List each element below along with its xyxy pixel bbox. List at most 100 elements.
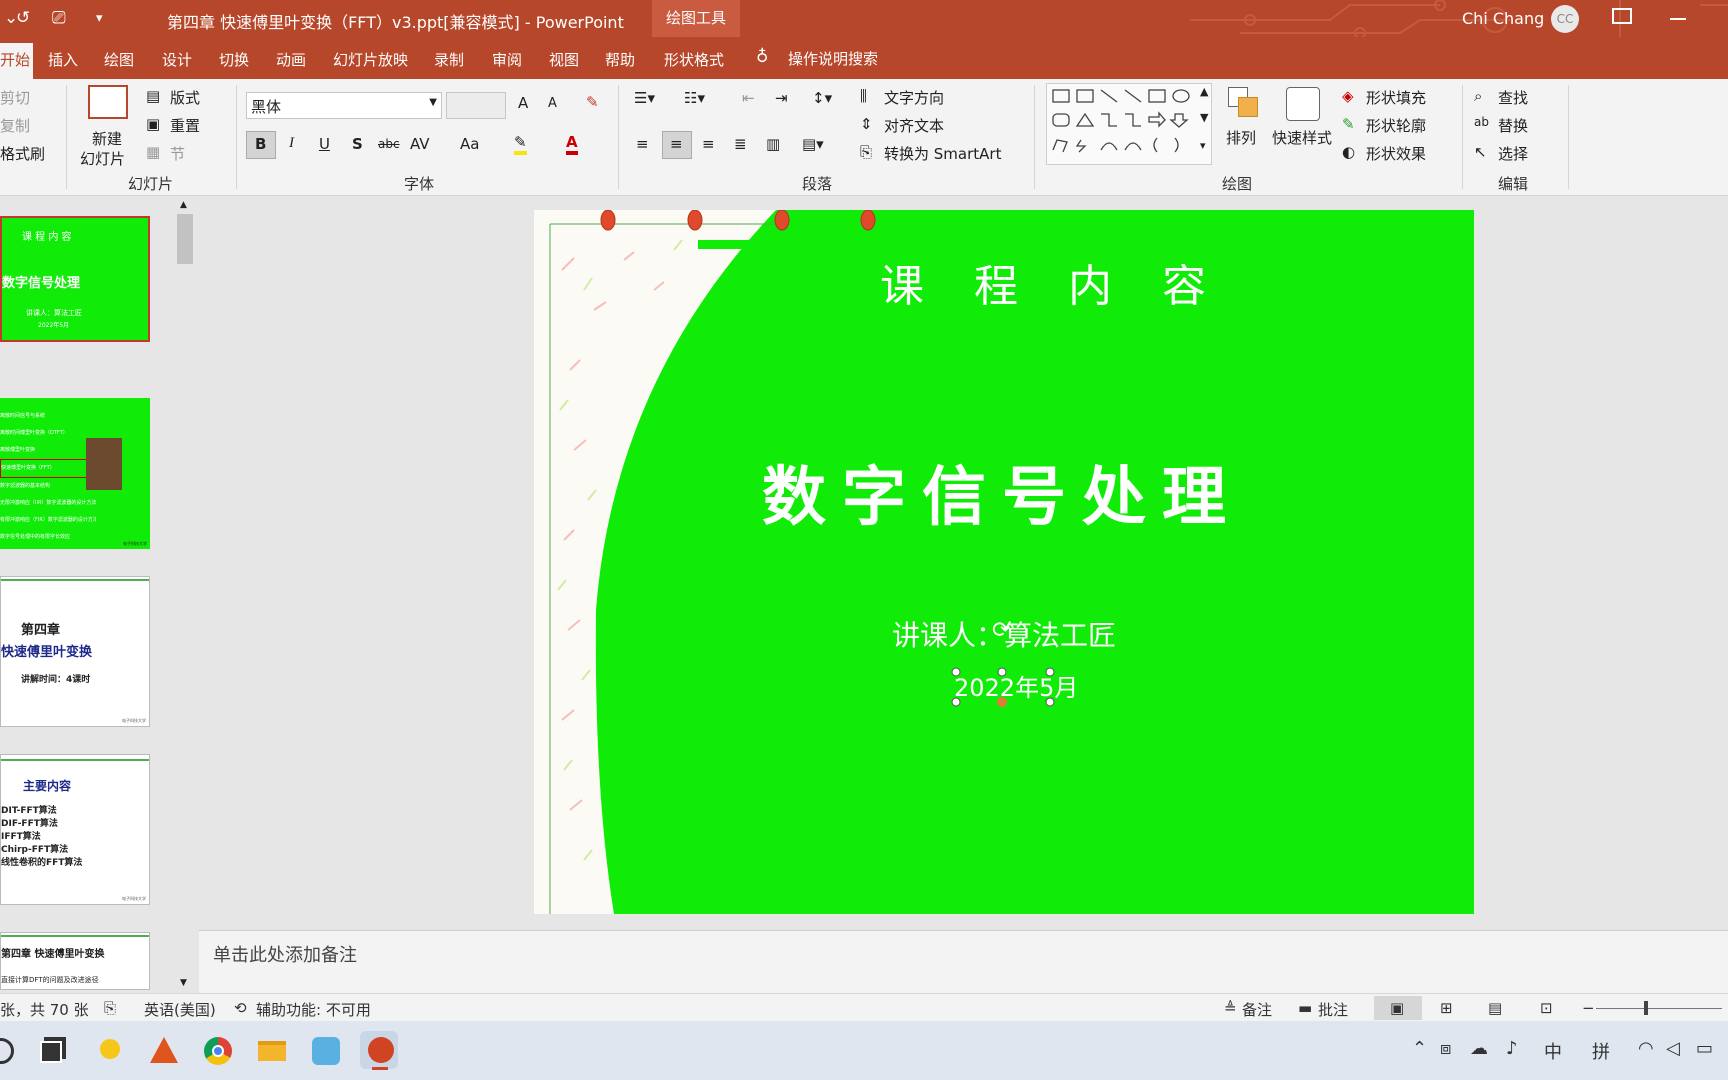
zoom-out-button[interactable]: − <box>1582 999 1595 1017</box>
align-left-icon[interactable]: ≡ <box>636 135 649 153</box>
decrease-indent-icon[interactable]: ⇤ <box>742 89 755 107</box>
tab-record[interactable]: 录制 <box>434 49 464 70</box>
tab-draw[interactable]: 绘图 <box>104 49 134 70</box>
onedrive-icon[interactable]: ☁ <box>1470 1038 1488 1059</box>
slide-thumbnail-3[interactable]: 第四章 快速傅里叶变换 讲解时间：4课时 电子科技大学 <box>0 576 150 727</box>
slide-thumbnail-5[interactable]: 第四章 快速傅里叶变换 直接计算DFT的问题及改进途径 <box>0 932 150 990</box>
font-color-button[interactable]: A <box>566 133 578 155</box>
zoom-slider[interactable] <box>1596 1008 1722 1009</box>
normal-view-icon[interactable]: ▣ <box>1390 999 1404 1017</box>
live-app-icon[interactable] <box>306 1031 344 1069</box>
shape-outline-button[interactable]: 形状轮廓 <box>1366 115 1426 136</box>
tab-insert[interactable]: 插入 <box>48 49 78 70</box>
zoom-slider-thumb[interactable] <box>1644 1001 1648 1015</box>
justify-icon[interactable]: ≣ <box>734 135 747 153</box>
strikethrough-button[interactable]: abc <box>378 137 400 151</box>
comments-button[interactable]: 批注 <box>1318 999 1348 1020</box>
account-name[interactable]: Chi Chang <box>1462 9 1544 28</box>
select-button[interactable]: 选择 <box>1498 143 1528 164</box>
ribbon-display-options-icon[interactable] <box>1612 8 1632 24</box>
convert-smartart-button[interactable]: 转换为 SmartArt <box>884 143 1001 164</box>
section-button[interactable]: 节 <box>170 143 185 164</box>
slide-thumbnail-1[interactable]: 课 程 内 容 数字信号处理 讲课人：算法工匠 2022年5月 <box>0 216 150 342</box>
task-view-icon[interactable] <box>40 1041 62 1063</box>
ime-mode[interactable]: 拼 <box>1592 1038 1610 1064</box>
chrome-icon[interactable] <box>198 1031 236 1069</box>
slide-thumbnail-4[interactable]: 主要内容 DIT-FFT算法 DIF-FFT算法 IFFT算法 Chirp-FF… <box>0 754 150 905</box>
char-spacing-button[interactable]: AV <box>410 135 430 153</box>
gallery-scroll-down-icon[interactable]: ▼ <box>1200 111 1208 124</box>
shape-fill-button[interactable]: 形状填充 <box>1366 87 1426 108</box>
slide-top-title[interactable]: 课 程 内 容 <box>880 250 1224 314</box>
bold-button[interactable]: B <box>255 135 266 153</box>
columns-icon[interactable]: ▤▾ <box>802 135 824 153</box>
copy-button[interactable]: 复制 <box>0 115 30 136</box>
undo-icon[interactable]: ↺ <box>16 8 30 28</box>
tab-shape-format[interactable]: 形状格式 <box>664 49 724 70</box>
microphone-icon[interactable]: ♪ <box>1506 1038 1518 1059</box>
new-slide-icon[interactable] <box>88 85 128 119</box>
layout-button[interactable]: 版式 <box>170 87 200 108</box>
minimize-icon[interactable] <box>1670 18 1686 20</box>
avatar[interactable]: CC <box>1551 5 1579 33</box>
slide-main-title[interactable]: 数字信号处理 <box>762 446 1242 538</box>
customize-qat-icon[interactable]: ▾ <box>96 11 103 26</box>
scroll-up-icon[interactable]: ▲ <box>180 200 187 210</box>
distributed-icon[interactable]: ▥ <box>766 135 780 153</box>
tab-view[interactable]: 视图 <box>549 49 579 70</box>
scroll-thumb[interactable] <box>177 214 193 264</box>
numbering-icon[interactable]: ☷▾ <box>684 89 705 107</box>
underline-button[interactable]: U <box>319 135 330 153</box>
arrange-button[interactable]: 排列 <box>1226 127 1256 148</box>
slideshow-icon[interactable]: ⊡ <box>1540 999 1553 1017</box>
quick-styles-button[interactable]: 快速样式 <box>1272 127 1332 148</box>
spellcheck-icon[interactable]: ⎘ <box>104 999 116 1017</box>
gallery-scroll-up-icon[interactable]: ▲ <box>1200 85 1208 98</box>
battery-icon[interactable]: ▭ <box>1696 1038 1713 1059</box>
shape-effects-button[interactable]: 形状效果 <box>1366 143 1426 164</box>
tab-transitions[interactable]: 切换 <box>219 49 249 70</box>
language-indicator[interactable]: 英语(美国) <box>144 999 216 1020</box>
selection-handles[interactable] <box>950 666 1060 710</box>
tab-help[interactable]: 帮助 <box>605 49 635 70</box>
reading-view-icon[interactable]: ▤ <box>1488 999 1502 1017</box>
cut-button[interactable]: 剪切 <box>0 87 30 108</box>
slide-sorter-icon[interactable]: ⊞ <box>1440 999 1453 1017</box>
search-icon[interactable] <box>0 1038 14 1064</box>
thumbnail-scrollbar[interactable]: ▲ ▼ <box>176 200 194 990</box>
current-slide[interactable]: 课 程 内 容 数字信号处理 讲课人：算法工匠 2022年5月 ⟳ <box>534 210 1474 914</box>
moon-app-icon[interactable] <box>90 1031 128 1069</box>
line-spacing-icon[interactable]: ↕▾ <box>812 89 832 107</box>
format-painter-button[interactable]: 格式刷 <box>0 143 45 164</box>
accessibility-status[interactable]: 辅助功能: 不可用 <box>256 999 371 1020</box>
align-right-icon[interactable]: ≡ <box>702 135 715 153</box>
tab-slideshow[interactable]: 幻灯片放映 <box>333 49 408 70</box>
italic-button[interactable]: I <box>289 135 294 152</box>
tab-review[interactable]: 审阅 <box>492 49 522 70</box>
ime-language[interactable]: 中 <box>1544 1038 1562 1064</box>
increase-indent-icon[interactable]: ⇥ <box>775 89 788 107</box>
clear-formatting-icon[interactable]: ✎ <box>586 93 599 111</box>
text-direction-button[interactable]: 文字方向 <box>884 87 944 108</box>
network-app-icon[interactable]: ⧈ <box>1440 1038 1451 1059</box>
matlab-icon[interactable] <box>144 1031 182 1069</box>
show-hidden-icons-icon[interactable]: ⌃ <box>1412 1038 1427 1059</box>
find-button[interactable]: 查找 <box>1498 87 1528 108</box>
tab-home[interactable]: 开始 <box>0 43 33 79</box>
tab-animations[interactable]: 动画 <box>276 49 306 70</box>
new-slide-label-1[interactable]: 新建 <box>92 128 122 149</box>
powerpoint-taskbar-icon[interactable] <box>360 1031 398 1070</box>
tab-design[interactable]: 设计 <box>162 49 192 70</box>
rotate-handle-icon[interactable]: ⟳ <box>992 618 1010 643</box>
bullets-icon[interactable]: ☰▾ <box>634 89 655 107</box>
reset-button[interactable]: 重置 <box>170 115 200 136</box>
tell-me-search[interactable]: 操作说明搜索 <box>788 48 878 69</box>
highlight-icon[interactable]: ✎ <box>514 133 527 155</box>
font-size-dropdown[interactable] <box>446 92 506 119</box>
gallery-more-icon[interactable]: ▾ <box>1200 139 1206 152</box>
change-case-button[interactable]: Aa <box>460 135 479 153</box>
volume-icon[interactable]: ◁ <box>1666 1038 1680 1059</box>
new-slide-label-2[interactable]: 幻灯片 <box>80 148 125 169</box>
align-center-icon[interactable]: ≡ <box>670 135 683 153</box>
replace-button[interactable]: 替换 <box>1498 115 1528 136</box>
